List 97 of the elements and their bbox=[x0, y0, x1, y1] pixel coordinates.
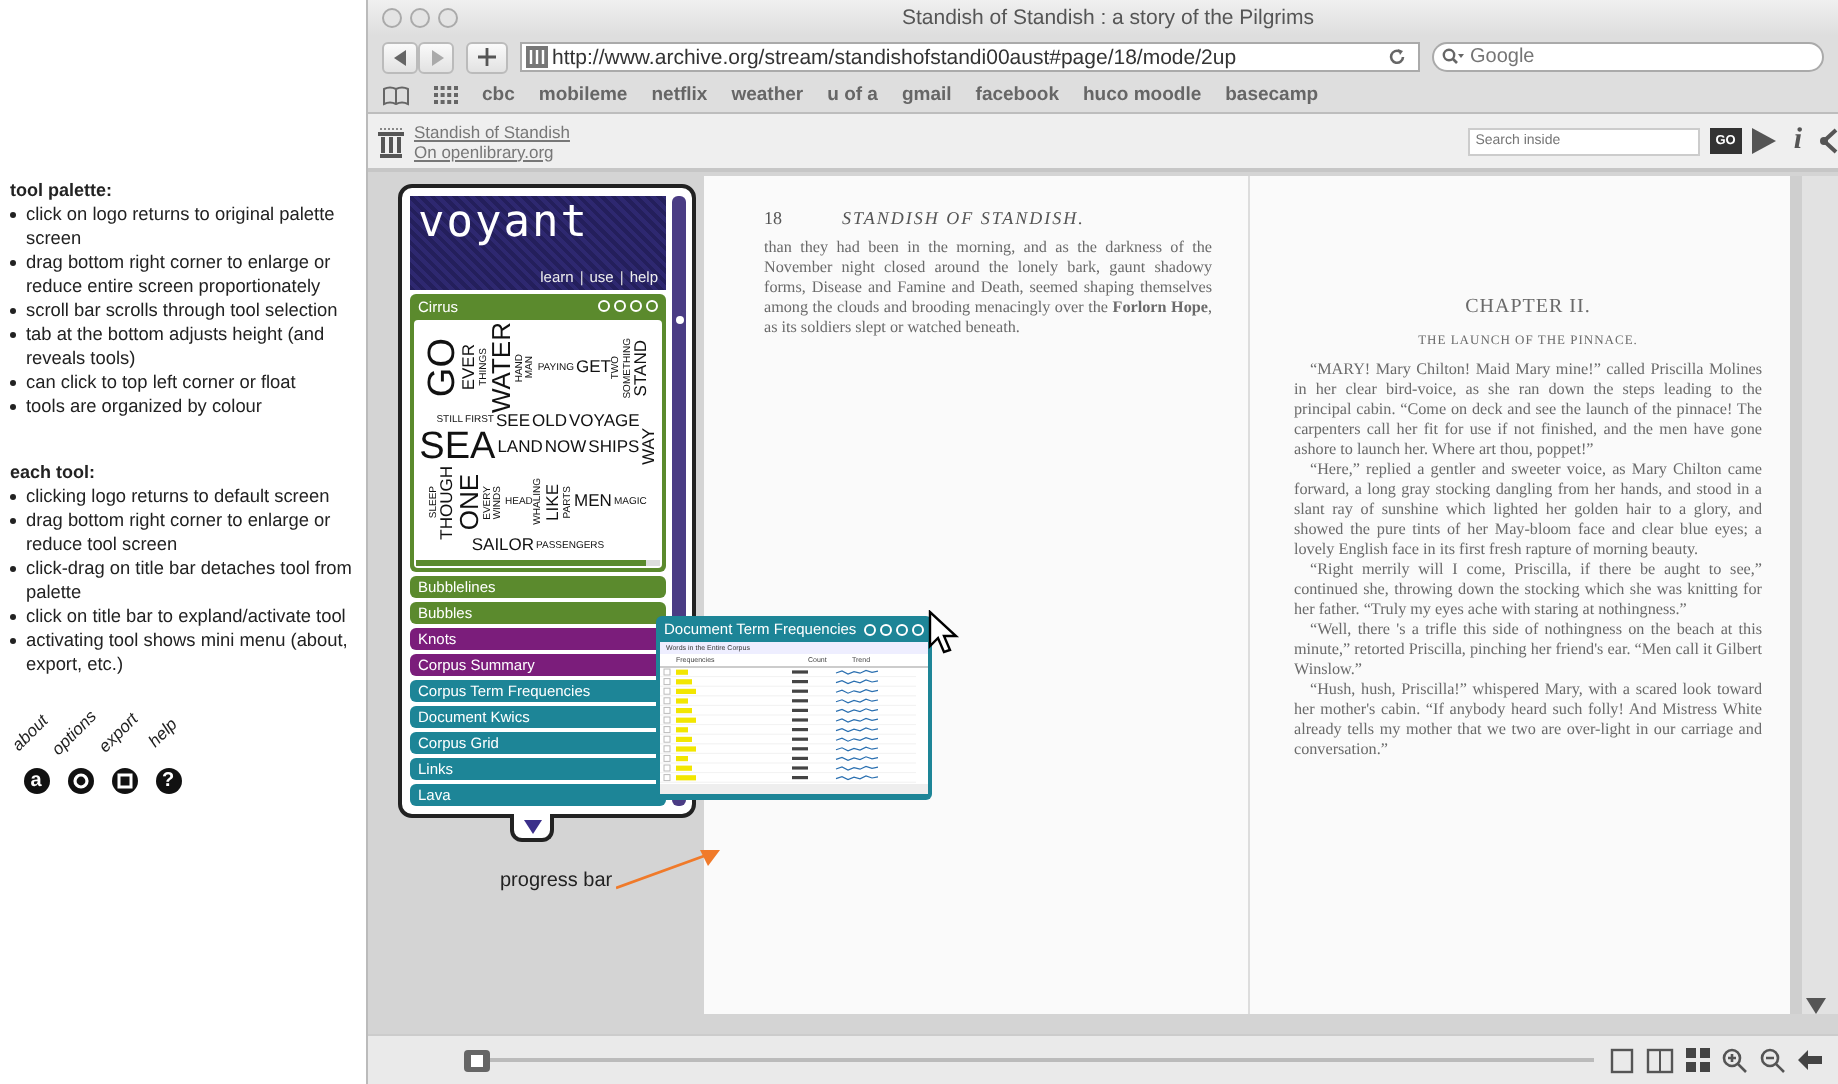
bullet-icon bbox=[10, 494, 16, 500]
cloud-word[interactable]: MEN bbox=[574, 494, 612, 510]
book-paragraph: “Well, there 's a trifle this side of nothingness on the beach at this minute,” retorted Priscilla, pinching her friend's ear. “Men call it Gilbert Winslow.” bbox=[1294, 620, 1762, 680]
reload-icon[interactable] bbox=[1388, 48, 1406, 66]
bullet-icon bbox=[10, 308, 16, 314]
archive-logo-icon[interactable] bbox=[378, 125, 404, 157]
book-paragraph: “Here,” replied a gentler and sweeter voice, as Mary Chilton came forward, a long gray stocking dangling from her hands, and stood in a slant ray of sunshine which lighted her golden hair to a glory, and showed the pure tints of her May-bloom face and clear blue eyes; a lovely English face in its first fresh rapture of morning beauty. bbox=[1294, 460, 1762, 560]
bullet-icon bbox=[10, 638, 16, 644]
cloud-word[interactable]: STAND bbox=[634, 339, 651, 396]
running-head: STANDISH OF STANDISH. bbox=[842, 208, 1085, 228]
share-icon[interactable] bbox=[1820, 128, 1838, 154]
note-text: clicking logo returns to default screen bbox=[26, 484, 330, 508]
cloud-word[interactable]: THOUGH bbox=[440, 465, 456, 539]
cloud-word[interactable]: EVER bbox=[461, 344, 478, 391]
cloud-word[interactable]: OLD bbox=[532, 413, 567, 429]
section-heading: tool palette: bbox=[10, 180, 114, 200]
add-bookmark-button[interactable] bbox=[466, 41, 508, 73]
bullet-icon bbox=[10, 404, 16, 410]
book-link[interactable]: On openlibrary.org bbox=[414, 141, 570, 161]
bookmark-link[interactable]: netflix bbox=[651, 84, 708, 106]
book-paragraph: than they had been in the morning, and as the darkness of the November night closed around the lonely bark, gaunt shadowy forms, Disease and Famine and Death, seemed shaping themselves among the clouds and brooding menacingly over the Forlorn Hope, as its soldiers slept or watched beneath. bbox=[764, 238, 1212, 338]
page-icon bbox=[470, 1053, 484, 1067]
bookmark-link[interactable]: mobileme bbox=[538, 84, 628, 106]
cloud-word[interactable]: VOYAGE bbox=[569, 413, 640, 429]
bookmark-link[interactable]: u of a bbox=[827, 84, 878, 106]
legend-icon: a bbox=[23, 768, 49, 794]
page-number: 18 bbox=[764, 208, 782, 228]
bookmark-link[interactable]: weather bbox=[731, 84, 804, 106]
bullet-icon bbox=[10, 260, 16, 266]
cloud-word[interactable]: ONE bbox=[457, 473, 481, 531]
bullet-icon bbox=[10, 212, 16, 218]
section-heading: each tool: bbox=[10, 462, 98, 482]
back-icon bbox=[393, 49, 407, 65]
bullet-icon bbox=[10, 518, 16, 524]
bookmark-link[interactable]: huco moodle bbox=[1083, 84, 1202, 106]
cloud-word[interactable]: WAY bbox=[641, 428, 657, 466]
bookmark-link[interactable]: cbc bbox=[482, 84, 515, 106]
play-icon[interactable] bbox=[1751, 128, 1776, 154]
back-button[interactable] bbox=[382, 41, 418, 73]
book-paragraph: “MARY! Mary Chilton! Maid Mary mine!” called Priscilla Molines in her clear bird-voice, as she ran down the steps leading to the principal cabin. “Come on deck and see the launch of the pinnace! The carpenters call her fit for use if not finished, and the men have gone ashore to launch her. Where art thou, poppet!” bbox=[1294, 360, 1762, 460]
plus-icon bbox=[478, 48, 496, 66]
cloud-word[interactable]: WATER bbox=[490, 322, 514, 413]
forward-icon bbox=[429, 49, 443, 65]
down-triangle-icon bbox=[523, 819, 541, 834]
zoom-out-icon[interactable] bbox=[1760, 1047, 1786, 1073]
grid-icon[interactable] bbox=[434, 86, 458, 104]
cloud-word[interactable]: LAND bbox=[497, 439, 543, 455]
note-text: tools are organized by colour bbox=[26, 394, 262, 418]
chapter-title: CHAPTER II. bbox=[1463, 296, 1593, 318]
address-field[interactable]: http://www.archive.org/stream/standishofstandi00aust#page/18/mode/2up bbox=[520, 42, 1420, 72]
cloud-word[interactable]: SEE bbox=[496, 413, 531, 429]
info-button[interactable]: i bbox=[1785, 124, 1810, 158]
bookmark-link[interactable]: basecamp bbox=[1225, 84, 1319, 106]
site-icon bbox=[526, 46, 548, 68]
cloud-word[interactable]: GO bbox=[425, 337, 460, 398]
cloud-word[interactable]: GET bbox=[575, 359, 611, 376]
callout-label: progress bar bbox=[500, 870, 613, 892]
note-text: click on title bar to expland/activate tool bbox=[26, 604, 346, 628]
voyant-logo[interactable]: voyant bbox=[418, 200, 658, 248]
bullet-icon bbox=[10, 332, 16, 338]
height-tab[interactable] bbox=[510, 814, 554, 843]
scroll-bar[interactable] bbox=[1790, 176, 1838, 1014]
window-title: Standish of Standish : a story of the Pilgrims bbox=[899, 6, 1317, 30]
book-paragraph: “Hush, hush, Priscilla!” whispered Mary, with a scared look toward her mother's cabin. “If anybody heard such folly! And Mistress White already tells my mother that we two are over-light in our carriage and conversation.” bbox=[1294, 680, 1762, 760]
note-text: scroll bar scrolls through tool selection bbox=[26, 298, 338, 322]
cloud-word[interactable]: LIKE bbox=[545, 483, 562, 521]
cloud-word[interactable]: SEA bbox=[419, 429, 496, 464]
two-page-icon[interactable] bbox=[1646, 1047, 1674, 1073]
cloud-word[interactable]: NOW bbox=[544, 439, 587, 455]
cloud-word[interactable]: SHIPS bbox=[588, 439, 640, 455]
note-text: can click to top left corner or float bbox=[26, 370, 296, 394]
book-icon[interactable] bbox=[382, 85, 410, 105]
single-page-icon[interactable] bbox=[1610, 1047, 1634, 1073]
cloud-word[interactable]: SAILOR bbox=[471, 538, 535, 555]
bookmark-link[interactable]: gmail bbox=[901, 84, 952, 106]
bookmark-link[interactable]: facebook bbox=[975, 84, 1059, 106]
bullet-icon bbox=[10, 614, 16, 620]
bullet-icon bbox=[10, 380, 16, 386]
scroll-down-icon[interactable] bbox=[1806, 998, 1826, 1014]
search-field[interactable]: Google bbox=[1432, 42, 1824, 72]
thumbnail-grid-icon[interactable] bbox=[1686, 1048, 1710, 1072]
note-text: tab at the bottom adjusts height (and reveals tools) bbox=[26, 322, 327, 370]
search-icon bbox=[1442, 48, 1464, 66]
book-link[interactable]: Standish of Standish bbox=[414, 121, 570, 141]
cursor-icon bbox=[928, 610, 964, 654]
note-text: activating tool shows mini menu (about, export, etc.) bbox=[26, 628, 350, 676]
legend-icon: ? bbox=[155, 768, 181, 794]
legend-label: help bbox=[143, 713, 183, 755]
slider-thumb[interactable] bbox=[464, 1049, 490, 1071]
book-paragraph: “Right merrily will I come, Priscilla, if there be aught to see,” continued she, throwing down the stocking which she was knitting for her father. “Truly my eyes ache with staring at nothingness.” bbox=[1294, 560, 1762, 620]
previous-arrow-icon[interactable] bbox=[1798, 1050, 1822, 1070]
bullet-icon bbox=[10, 566, 16, 572]
scroll-thumb[interactable] bbox=[675, 316, 683, 324]
callout-arrow bbox=[616, 848, 721, 892]
square-icon bbox=[111, 768, 137, 794]
zoom-in-icon[interactable] bbox=[1722, 1047, 1748, 1073]
gear-icon bbox=[67, 768, 93, 794]
